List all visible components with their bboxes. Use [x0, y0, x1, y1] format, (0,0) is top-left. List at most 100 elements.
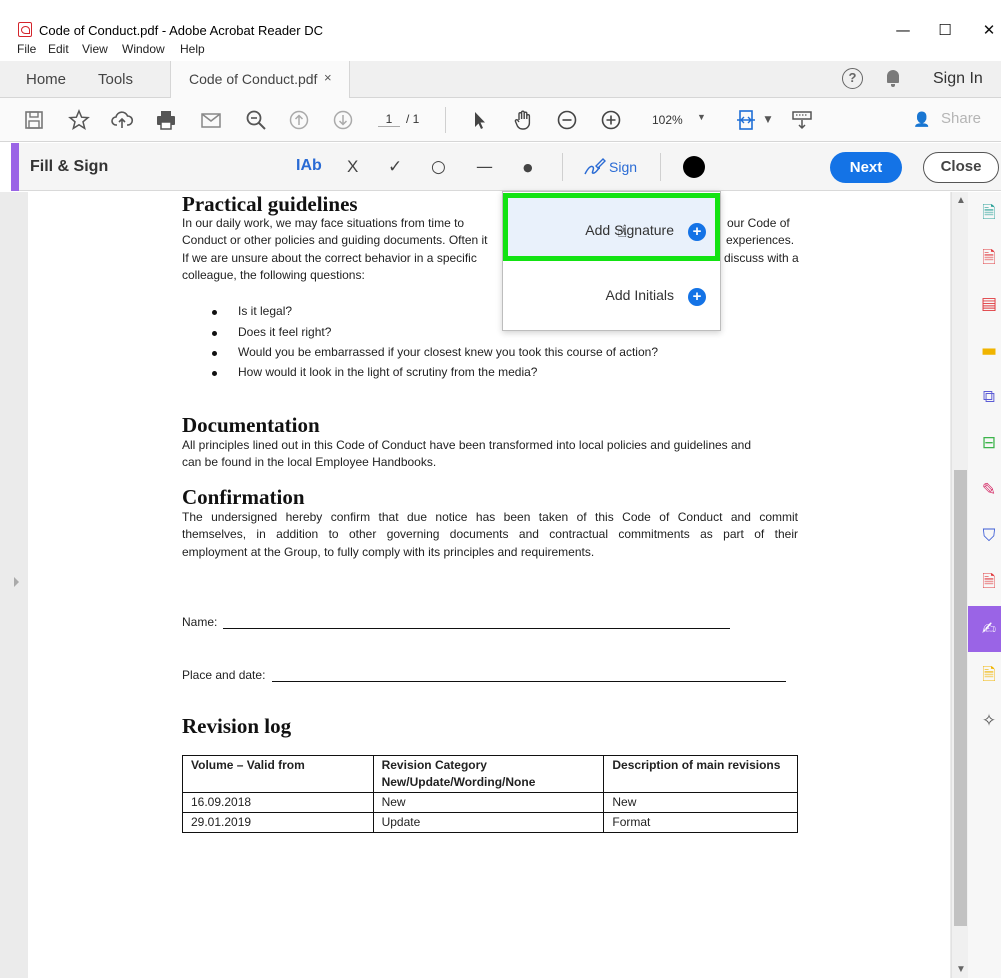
page-fit-dropdown-icon[interactable]: ▼	[756, 108, 780, 132]
more-tools-icon[interactable]: ✧	[978, 710, 1000, 732]
menu-window[interactable]: Window	[122, 42, 165, 56]
fill-sign-divider	[660, 153, 661, 181]
table-cell: New	[603, 792, 798, 813]
email-icon[interactable]	[199, 108, 223, 132]
table-cell: New	[372, 792, 605, 813]
edit-pdf-icon[interactable]: ▤	[978, 293, 1000, 315]
zoom-search-icon[interactable]	[244, 108, 268, 132]
add-initials-label: Add Initials	[605, 287, 674, 303]
circle-tool[interactable]: ○	[431, 157, 446, 177]
tab-home[interactable]: Home	[26, 71, 66, 88]
fill-sign-icon[interactable]: ✍	[978, 618, 1000, 640]
main-toolbar: ▼	[0, 98, 1001, 142]
paragraph-line: colleague, the following questions:	[182, 268, 365, 282]
window-title: Code of Conduct.pdf - Adobe Acrobat Read…	[39, 23, 324, 38]
right-tools-panel: 🗎 🗎 ▤ ▬ ⧉ ⊟ ✎ ⛉ 🗎 ✍ 🗎 ✧	[968, 192, 1001, 978]
upload-cloud-icon[interactable]	[110, 108, 134, 132]
select-arrow-icon[interactable]	[467, 108, 491, 132]
place-date-line[interactable]	[272, 681, 786, 682]
sign-button[interactable]: Sign	[609, 159, 637, 175]
hand-icon[interactable]	[511, 108, 535, 132]
print-icon[interactable]	[154, 108, 178, 132]
place-date-label: Place and date:	[182, 668, 266, 682]
paragraph-line: employment at the Group, to fully comply…	[182, 545, 595, 559]
close-button[interactable]: Close	[923, 152, 999, 183]
pdf-document-icon[interactable]: 🗎	[978, 571, 1000, 593]
send-for-review-icon[interactable]: 🗎	[978, 664, 1000, 686]
bookmark-star-icon[interactable]	[67, 108, 91, 132]
organize-pages-icon[interactable]: ⊟	[978, 432, 1000, 454]
table-header-cell: Description of main revisions	[603, 755, 798, 793]
selection-highlight-box	[503, 193, 720, 261]
expand-arrow-icon[interactable]	[14, 577, 19, 587]
table-cell: Update	[372, 812, 605, 833]
pdf-page	[28, 192, 950, 978]
dot-tool[interactable]: ●	[523, 161, 533, 174]
tab-tools[interactable]: Tools	[98, 71, 133, 88]
paragraph-line: experiences.	[726, 233, 795, 247]
add-text-tool[interactable]: IAb	[296, 157, 322, 175]
combine-files-icon[interactable]: ⧉	[978, 386, 1000, 408]
table-header-cell: Volume – Valid from	[182, 755, 374, 793]
help-icon[interactable]: ?	[842, 68, 863, 89]
fill-sign-toolbar: Fill & Sign IAb X ✓ ○ — ● Sign Next Clos…	[11, 143, 1001, 191]
line-tool[interactable]: —	[476, 157, 493, 177]
left-panel-toggle[interactable]	[0, 192, 28, 978]
maximize-button[interactable]: ☐	[930, 18, 960, 42]
table-cell: Format	[603, 812, 798, 833]
cross-mark-tool[interactable]: X	[347, 157, 358, 177]
zoom-level[interactable]: 102%	[652, 113, 683, 127]
paragraph-line: themselves, in addition to other governi…	[182, 527, 798, 541]
close-window-button[interactable]: ✕	[974, 18, 1001, 42]
sign-in-button[interactable]: Sign In	[933, 70, 983, 88]
protect-shield-icon[interactable]: ⛉	[978, 525, 1000, 547]
bell-icon[interactable]	[885, 69, 901, 87]
table-header-cell: Revision Category New/Update/Wording/None	[372, 755, 605, 793]
paragraph-line: our Code of	[727, 216, 790, 230]
page-total: / 1	[406, 112, 420, 126]
page-number-input[interactable]: 1	[378, 112, 400, 127]
name-signature-line[interactable]	[223, 628, 730, 629]
menu-file[interactable]: File	[17, 42, 36, 56]
list-item: Is it legal?	[211, 304, 293, 318]
paragraph-line: If we are unsure about the correct behav…	[182, 251, 477, 265]
tab-document[interactable]: Code of Conduct.pdf ×	[170, 61, 350, 98]
save-icon[interactable]	[22, 108, 46, 132]
scroll-thumb[interactable]	[954, 470, 967, 926]
tab-bar: Home Tools Code of Conduct.pdf × ? Sign …	[0, 61, 1001, 98]
table-row: 29.01.2019 Update Format	[182, 812, 798, 833]
menu-view[interactable]: View	[82, 42, 108, 56]
color-picker[interactable]	[683, 156, 705, 178]
zoom-in-icon[interactable]	[599, 108, 623, 132]
check-mark-tool[interactable]: ✓	[388, 157, 402, 177]
comment-icon[interactable]: ▬	[978, 340, 1000, 362]
redact-icon[interactable]: ✎	[978, 479, 1000, 501]
add-initials-item[interactable]: Add Initials +	[503, 264, 720, 328]
paragraph-line: The undersigned hereby confirm that due …	[182, 510, 798, 524]
share-button[interactable]: Share	[941, 110, 981, 127]
next-button[interactable]: Next	[830, 152, 902, 183]
scroll-up-icon[interactable]: ▲	[956, 195, 966, 206]
scroll-down-icon[interactable]: ▼	[956, 964, 966, 975]
menu-edit[interactable]: Edit	[48, 42, 69, 56]
table-cell: 16.09.2018	[182, 792, 374, 813]
paragraph-line: In our daily work, we may face situation…	[182, 216, 465, 230]
paragraph-line: can be found in the local Employee Handb…	[182, 455, 437, 469]
zoom-out-icon[interactable]	[555, 108, 579, 132]
minimize-button[interactable]: —	[888, 18, 918, 42]
page-down-icon[interactable]	[331, 108, 355, 132]
header-line: Revision Category	[381, 758, 487, 772]
share-person-icon: 👤	[913, 111, 931, 127]
menu-bar: File Edit View Window Help	[0, 40, 1001, 60]
zoom-dropdown-icon[interactable]: ▼	[697, 112, 706, 122]
fill-sign-divider	[562, 153, 563, 181]
export-pdf-icon[interactable]: 🗎	[978, 202, 1000, 224]
paragraph-line: All principles lined out in this Code of…	[182, 438, 752, 452]
sign-pen-icon[interactable]	[582, 156, 606, 183]
menu-help[interactable]: Help	[180, 42, 205, 56]
scroll-mode-icon[interactable]	[790, 108, 814, 132]
vertical-scrollbar[interactable]: ▲ ▼	[951, 192, 968, 978]
create-pdf-icon[interactable]: 🗎	[978, 247, 1000, 269]
close-tab-icon[interactable]: ×	[324, 70, 332, 85]
page-up-icon[interactable]	[287, 108, 311, 132]
